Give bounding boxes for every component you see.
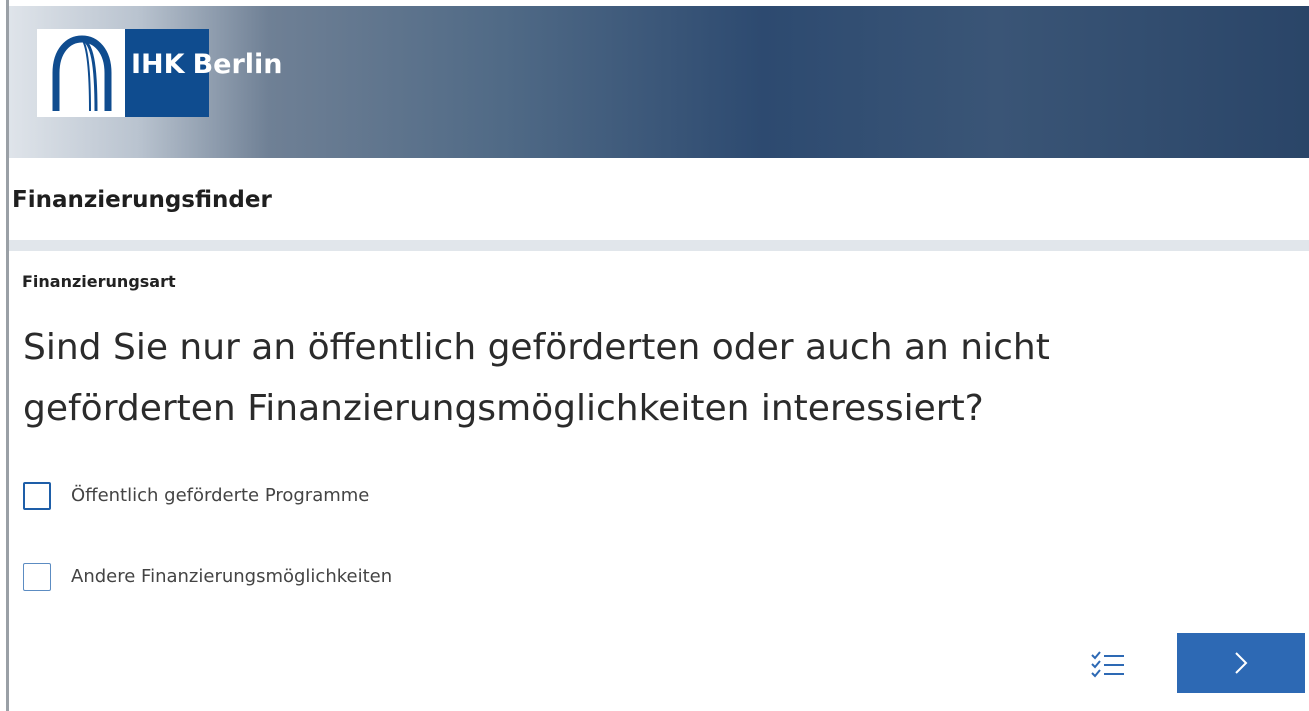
logo-city: Berlin [192, 49, 283, 80]
section-label: Finanzierungsart [22, 272, 176, 291]
next-button[interactable] [1177, 633, 1305, 693]
checklist-icon[interactable] [1088, 645, 1128, 685]
option-other-financing[interactable]: Andere Finanzierungsmöglichkeiten [23, 563, 392, 591]
arch-logo-icon [37, 29, 125, 117]
section-divider [9, 240, 1309, 251]
question-text: Sind Sie nur an öffentlich geförderten o… [23, 327, 1050, 429]
logo-text: IHK Berlin [131, 47, 283, 83]
option-label[interactable]: Öffentlich geförderte Programme [71, 482, 369, 510]
checkbox-other-financing[interactable] [23, 563, 51, 591]
option-public-programs[interactable]: Öffentlich geförderte Programme [23, 482, 369, 510]
option-label[interactable]: Andere Finanzierungsmöglichkeiten [71, 563, 392, 591]
logo-brand: IHK [131, 49, 185, 80]
page: IHK Berlin Finanzierungsfinder Finanzieru… [0, 0, 1309, 711]
chevron-right-icon [1235, 652, 1248, 674]
page-title: Finanzierungsfinder [12, 187, 272, 213]
checkbox-public-programs[interactable] [23, 482, 51, 510]
